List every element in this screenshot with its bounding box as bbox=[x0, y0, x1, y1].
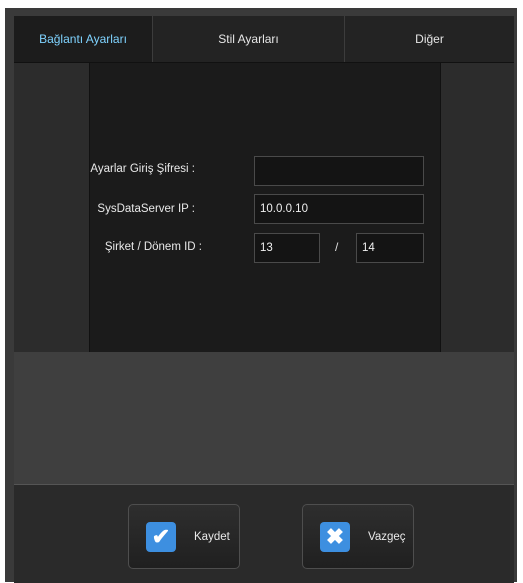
cancel-button[interactable]: ✖ Vazgeç bbox=[302, 504, 414, 569]
id-separator: / bbox=[335, 240, 339, 254]
tab-bar: Bağlantı Ayarları Stil Ayarları Diğer bbox=[14, 16, 514, 63]
company-period-label: Şirket / Dönem ID : bbox=[104, 241, 202, 253]
ip-input[interactable]: 10.0.0.10 bbox=[254, 194, 424, 224]
button-bar bbox=[14, 484, 514, 583]
cancel-button-label: Vazgeç bbox=[368, 530, 406, 543]
tab-connection-settings[interactable]: Bağlantı Ayarları bbox=[14, 16, 153, 62]
x-icon: ✖ bbox=[320, 521, 350, 552]
password-input[interactable] bbox=[254, 156, 424, 186]
checkmark-icon: ✔ bbox=[146, 521, 176, 552]
password-label: Ayarlar Giriş Şifresi : bbox=[90, 163, 195, 175]
save-button-label: Kaydet bbox=[194, 530, 230, 543]
ip-label: SysDataServer IP : bbox=[97, 203, 195, 215]
tab-style-settings[interactable]: Stil Ayarları bbox=[153, 16, 345, 62]
empty-area bbox=[14, 352, 514, 484]
save-button[interactable]: ✔ Kaydet bbox=[128, 504, 240, 569]
tab-other[interactable]: Diğer bbox=[345, 16, 514, 62]
company-id-input[interactable]: 13 bbox=[254, 233, 320, 263]
period-id-input[interactable]: 14 bbox=[356, 233, 424, 263]
